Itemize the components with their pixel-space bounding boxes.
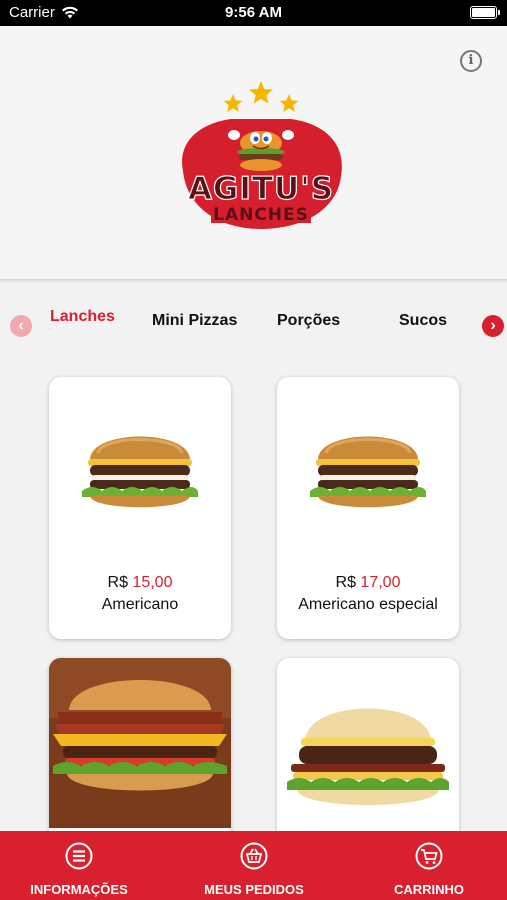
- tab-sucos[interactable]: Sucos: [399, 312, 447, 330]
- nav-informacoes[interactable]: INFORMAÇÕES: [0, 831, 158, 900]
- product-card[interactable]: R$ 17,00 Americano especial: [277, 377, 459, 639]
- product-image: [82, 436, 198, 508]
- nav-meus-pedidos[interactable]: MEUS PEDIDOS: [175, 831, 333, 900]
- svg-text:AGITU'S: AGITU'S: [188, 171, 334, 207]
- svg-text:LANCHES: LANCHES: [213, 205, 309, 225]
- battery-icon: [470, 6, 500, 19]
- product-name: Americano: [101, 596, 179, 613]
- nav-carrinho-label: CARRINHO: [393, 882, 465, 897]
- status-bar: Carrier 9:56 AM: [0, 0, 507, 26]
- price-currency: R$: [335, 574, 356, 591]
- basket-icon: [240, 842, 268, 870]
- product-price: R$ 17,00: [277, 574, 459, 592]
- cart-icon: [415, 842, 443, 870]
- product-name: Americano especial: [298, 596, 438, 613]
- category-tabs: ‹ Lanches Mini Pizzas Porções Sucos ›: [0, 296, 507, 346]
- store-header: i AGITU'S LANCHES: [0, 26, 507, 280]
- bottom-nav: INFORMAÇÕES MEUS PEDIDOS CARRINHO: [0, 831, 507, 900]
- price-value: 17,00: [360, 574, 401, 591]
- nav-informacoes-label: INFORMAÇÕES: [30, 882, 128, 897]
- nav-carrinho[interactable]: CARRINHO: [350, 831, 507, 900]
- product-price: R$ 15,00: [49, 574, 231, 592]
- product-image: [287, 708, 449, 805]
- product-card[interactable]: [49, 658, 231, 848]
- product-image: [49, 658, 231, 828]
- product-card[interactable]: R$ 15,00 Americano: [49, 377, 231, 639]
- price-value: 15,00: [132, 574, 173, 591]
- chevron-right-icon[interactable]: ›: [482, 315, 504, 337]
- info-icon[interactable]: i: [460, 50, 482, 72]
- product-image: [310, 436, 426, 508]
- chevron-left-icon[interactable]: ‹: [10, 315, 32, 337]
- store-logo: AGITU'S LANCHES: [182, 81, 342, 229]
- tab-lanches[interactable]: Lanches: [50, 308, 115, 326]
- tab-mini-pizzas[interactable]: Mini Pizzas: [152, 312, 237, 330]
- price-currency: R$: [107, 574, 128, 591]
- tab-porcoes[interactable]: Porções: [277, 312, 340, 330]
- product-card[interactable]: [277, 658, 459, 848]
- clock: 9:56 AM: [225, 4, 282, 21]
- nav-meus-pedidos-label: MEUS PEDIDOS: [204, 882, 304, 897]
- menu-icon: [65, 842, 93, 870]
